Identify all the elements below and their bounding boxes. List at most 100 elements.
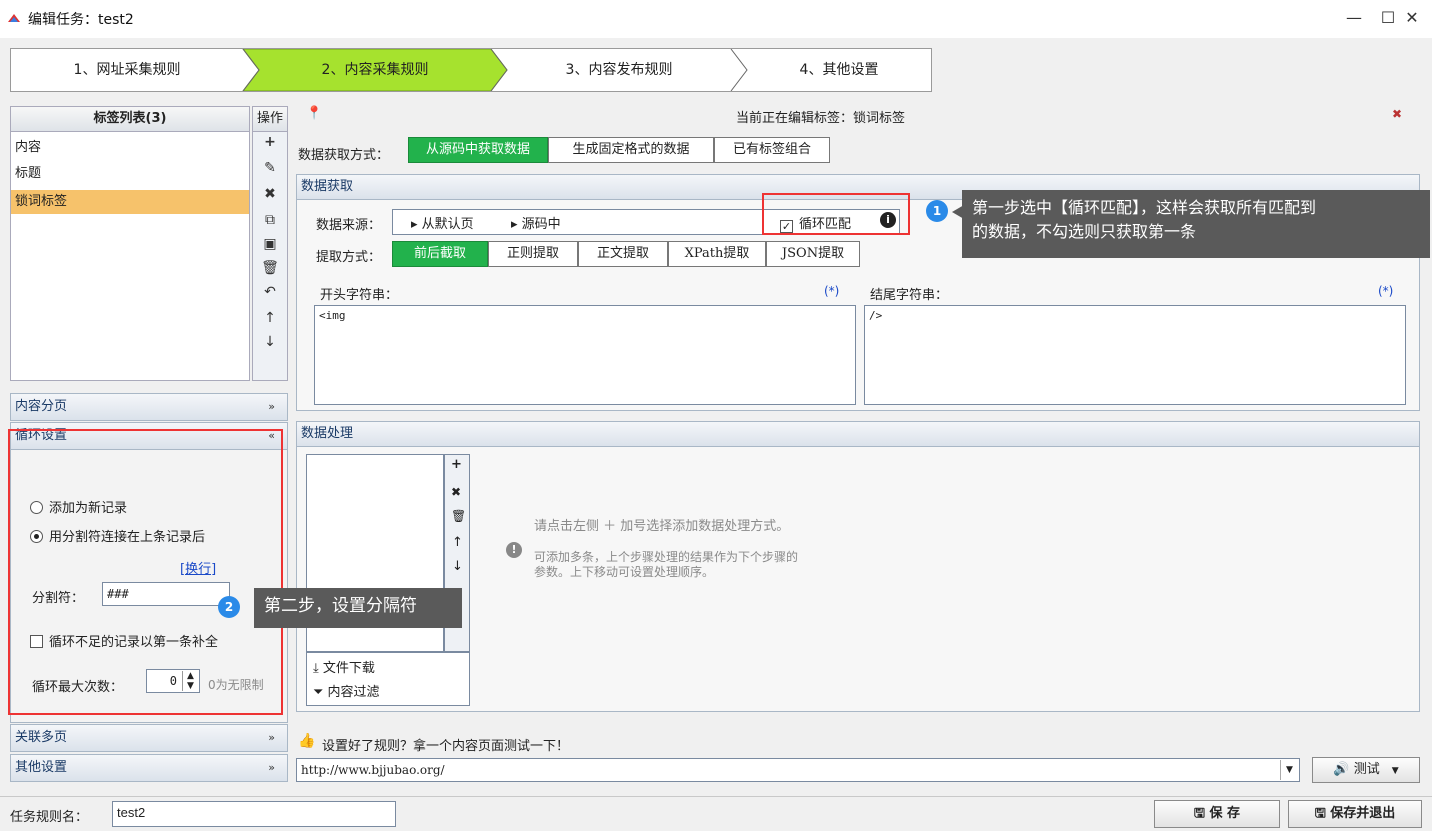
process-hint-1: 请点击左侧 ＋ 加号选择添加数据处理方式。 (534, 519, 790, 534)
method-body-button[interactable]: 正文提取 (578, 241, 668, 267)
editing-tag-label: 当前正在编辑标签：锁词标签 (736, 111, 906, 126)
plus-icon[interactable]: + (253, 134, 287, 150)
highlight-loop-match (762, 193, 910, 235)
title-bar: 编辑任务：test2 — ☐ ✕ (0, 0, 1432, 38)
end-string-label: 结尾字符串： (870, 288, 949, 303)
end-string-textarea[interactable]: /> (864, 305, 1406, 405)
accordion-label: 其他设置 (15, 760, 68, 775)
file-download-item[interactable]: ⤓ 文件下载 (313, 657, 375, 676)
window-title: 编辑任务：test2 (28, 12, 134, 28)
save-icon: 🖫 (1314, 806, 1331, 821)
button-label: 测试 (1353, 762, 1380, 777)
wizard-steps: 1、网址采集规则 2、内容采集规则 3、内容发布规则 4、其他设置 (10, 48, 932, 92)
chevron-down-icon: ▼ (1391, 766, 1399, 776)
process-section-header: 数据处理 (296, 421, 1420, 447)
chevron-down-icon[interactable]: ▼ (1280, 760, 1298, 780)
tag-list-header: 标签列表(3) (10, 106, 250, 132)
tag-ops-toolbar: + ✎ ✖ ⧉ ▣ 🗑 ↶ ↑ ↓ (252, 131, 288, 381)
item-label: 内容过滤 (327, 685, 380, 700)
delete-icon[interactable]: ✖ (451, 485, 461, 499)
tag-list-item[interactable]: 标题 (11, 162, 249, 186)
mode-source-button[interactable]: 从源码中获取数据 (408, 137, 548, 163)
accordion-label: 内容分页 (15, 399, 68, 414)
step1-badge: 1 (926, 200, 948, 222)
tag-list-item-selected[interactable]: 锁词标签 (11, 190, 249, 214)
item-label: 文件下载 (322, 661, 375, 676)
fetch-mode-label: 数据获取方式： (298, 148, 390, 163)
content-filter-item[interactable]: ⏷ 内容过滤 (313, 681, 380, 700)
delete-icon[interactable]: ✖ (253, 186, 287, 202)
save-button[interactable]: 🖫 保 存 (1154, 800, 1280, 828)
trash-icon[interactable]: 🗑 (451, 509, 466, 523)
chevron-down-icon: » (268, 731, 275, 744)
button-label: 保 存 (1209, 806, 1241, 821)
tooltip-line: 的数据，不勾选则只获取第一条 (972, 222, 1197, 241)
accordion-content-paging[interactable]: 内容分页 » (10, 393, 288, 421)
app-icon (6, 10, 22, 26)
thumbs-up-icon: 👍 (298, 733, 316, 749)
filter-icon: ⏷ (313, 685, 328, 700)
copy-icon[interactable]: ⧉ (253, 212, 287, 228)
step2-badge: 2 (218, 596, 240, 618)
fetch-mode-segmented: 从源码中获取数据 生成固定格式的数据 已有标签组合 (408, 137, 832, 163)
tag-list: 内容 标题 锁词标签 (10, 131, 250, 381)
chevron-down-icon: » (268, 761, 275, 774)
accordion-related-pages[interactable]: 关联多页 » (10, 724, 288, 752)
speaker-icon: 🔊 (1333, 762, 1354, 777)
wizard-step-2[interactable]: 2、内容采集规则 (259, 49, 491, 91)
ops-header: 操作 (252, 106, 288, 132)
process-hint-2: 可添加多条，上个步骤处理的结果作为下个步骤的 (534, 550, 799, 564)
test-prompt: 设置好了规则？拿一个内容页面测试一下！ (322, 739, 570, 754)
mode-fixed-button[interactable]: 生成固定格式的数据 (548, 137, 714, 163)
save-icon: 🖫 (1193, 806, 1210, 821)
accordion-label: 关联多页 (15, 730, 68, 745)
method-xpath-button[interactable]: XPath提取 (668, 241, 766, 267)
test-url-input[interactable]: http://www.bjjubao.org/ (296, 758, 1300, 782)
accordion-other-settings[interactable]: 其他设置 » (10, 754, 288, 782)
rule-name-input[interactable]: test2 (112, 801, 396, 827)
step1-tooltip: 第一步选中【循环匹配】，这样会获取所有匹配到 的数据，不勾选则只获取第一条 (962, 190, 1430, 258)
undo-icon[interactable]: ↶ (253, 284, 287, 300)
pencil-icon[interactable]: ✎ (253, 160, 287, 176)
paste-icon[interactable]: ▣ (253, 236, 287, 252)
wizard-step-1[interactable]: 1、网址采集规则 (11, 49, 243, 91)
process-hint-3: 参数。上下移动可设置处理顺序。 (534, 565, 715, 579)
start-regex-star[interactable]: (*) (824, 284, 839, 298)
arrow-up-icon[interactable]: ↑ (253, 310, 287, 326)
highlight-loop-settings (8, 429, 283, 715)
mode-combine-button[interactable]: 已有标签组合 (714, 137, 830, 163)
button-label: 保存并退出 (1330, 806, 1396, 821)
plus-icon[interactable]: + (451, 457, 462, 472)
rule-name-label: 任务规则名： (10, 810, 89, 825)
method-json-button[interactable]: JSON提取 (766, 241, 860, 267)
source-part-1[interactable]: ▸ 从默认页 (411, 213, 474, 232)
method-before-after-button[interactable]: 前后截取 (392, 241, 488, 267)
arrow-down-icon[interactable]: ↓ (253, 334, 287, 350)
extract-method-segmented: 前后截取 正则提取 正文提取 XPath提取 JSON提取 (392, 241, 870, 267)
chevron-down-icon: » (268, 400, 275, 413)
method-label: 提取方式： (316, 250, 382, 265)
footer-divider (0, 796, 1432, 797)
end-regex-star[interactable]: (*) (1378, 284, 1393, 298)
download-icon: ⤓ (313, 661, 323, 676)
arrow-down-icon[interactable]: ↓ (452, 559, 463, 574)
close-editor-icon[interactable]: ✖ (1392, 107, 1402, 121)
trash-icon[interactable]: 🗑 (253, 260, 287, 276)
test-button[interactable]: 🔊 测试 ▼ (1312, 757, 1420, 783)
save-exit-button[interactable]: 🖫 保存并退出 (1288, 800, 1422, 828)
pin-icon: 📍 (306, 106, 323, 121)
source-label: 数据来源： (316, 218, 382, 233)
start-string-label: 开头字符串： (320, 288, 399, 303)
tooltip-line: 第一步选中【循环匹配】，这样会获取所有匹配到 (972, 198, 1317, 217)
method-regex-button[interactable]: 正则提取 (488, 241, 578, 267)
arrow-up-icon[interactable]: ↑ (452, 535, 463, 550)
tag-list-item[interactable]: 内容 (11, 136, 249, 160)
step2-tooltip: 第二步，设置分隔符 (254, 588, 462, 628)
start-string-textarea[interactable]: <img (314, 305, 856, 405)
wizard-step-3[interactable]: 3、内容发布规则 (507, 49, 731, 91)
warning-icon: ! (506, 542, 522, 558)
wizard-step-4[interactable]: 4、其他设置 (747, 49, 931, 91)
close-button[interactable]: ✕ (1392, 4, 1432, 32)
process-quick-list: ⤓ 文件下载 ⏷ 内容过滤 (306, 652, 470, 706)
source-part-2[interactable]: ▸ 源码中 (511, 213, 561, 232)
